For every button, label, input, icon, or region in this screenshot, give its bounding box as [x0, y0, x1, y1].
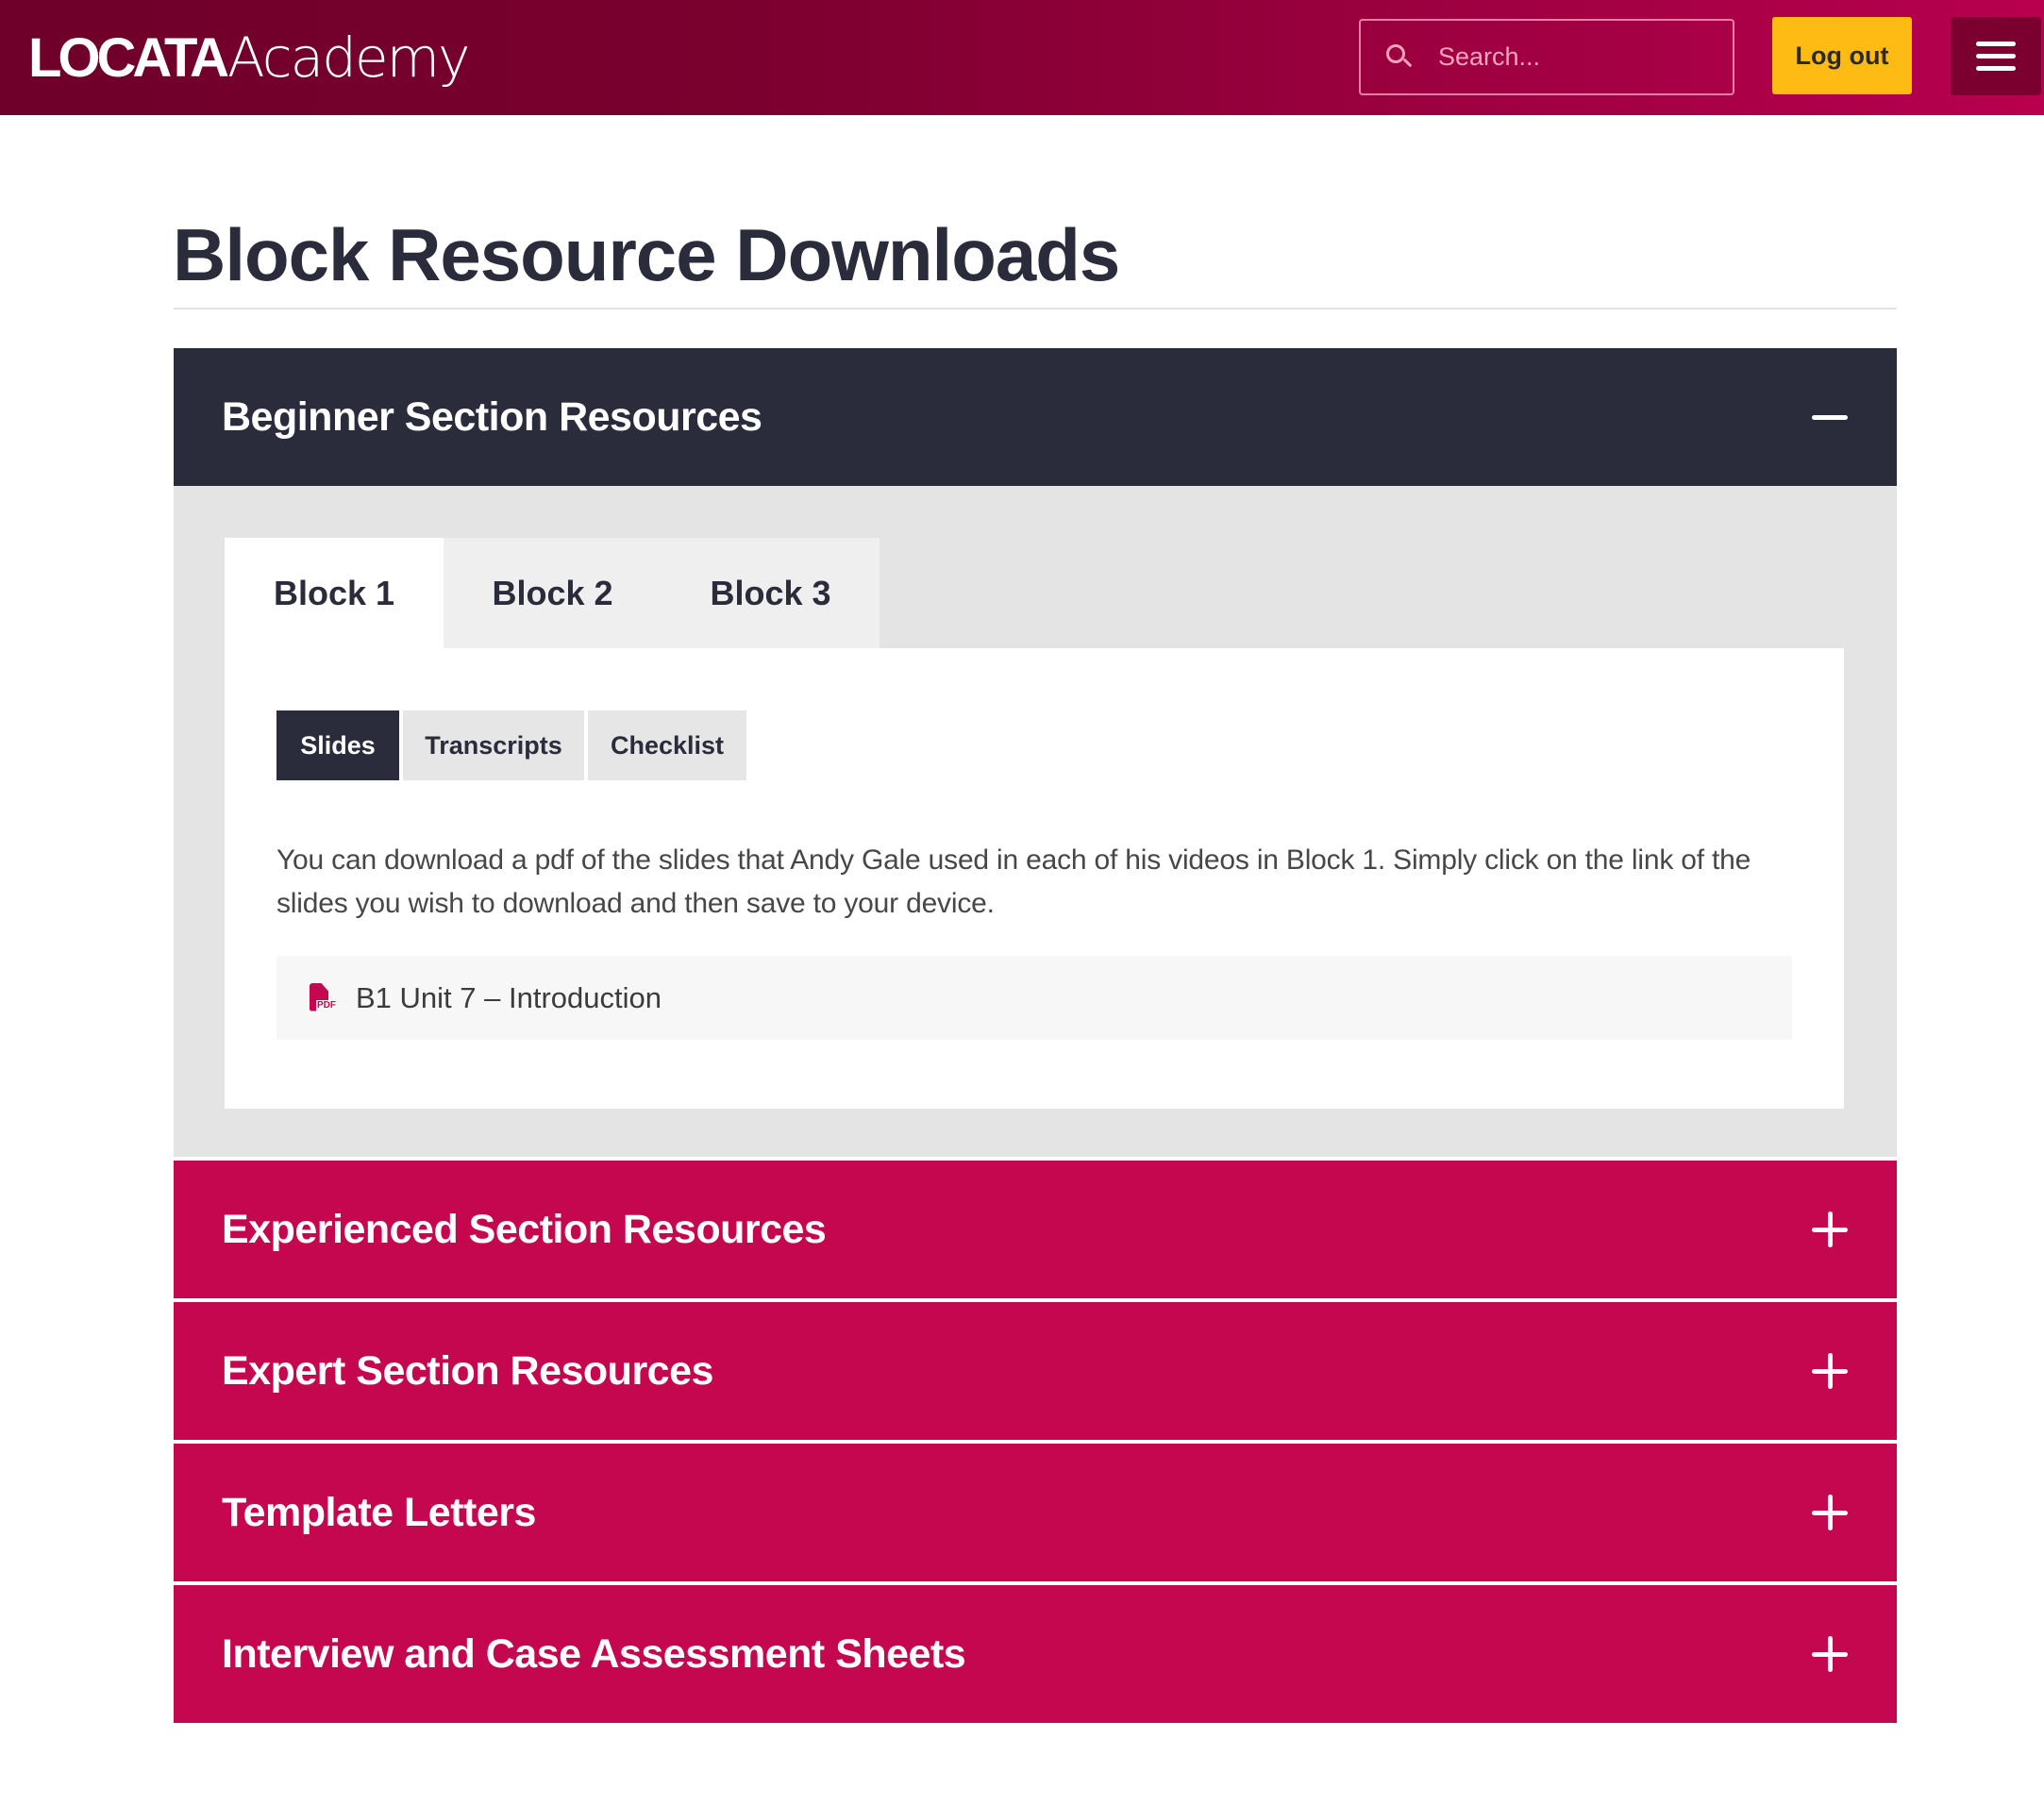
- accordion-title: Experienced Section Resources: [222, 1206, 827, 1252]
- logout-button[interactable]: Log out: [1772, 17, 1912, 94]
- tab-block-2[interactable]: Block 2: [444, 538, 662, 648]
- accordion-header-expert[interactable]: Expert Section Resources: [174, 1302, 1897, 1440]
- hamburger-icon: [1976, 42, 2016, 71]
- site-header: LOCATA Academy Log out: [0, 0, 2044, 115]
- block-tabs: Block 1 Block 2 Block 3: [225, 538, 1846, 648]
- download-label[interactable]: B1 Unit 7 – Introduction: [356, 981, 662, 1015]
- accordion-title: Beginner Section Resources: [222, 393, 762, 440]
- search-icon: [1385, 43, 1414, 72]
- menu-button[interactable]: [1951, 17, 2041, 95]
- accordion-title: Expert Section Resources: [222, 1347, 713, 1394]
- pdf-file-icon: PDF: [310, 982, 338, 1013]
- accordion-title: Template Letters: [222, 1489, 536, 1535]
- accordion-header-template-letters[interactable]: Template Letters: [174, 1444, 1897, 1581]
- tab-block-1[interactable]: Block 1: [225, 538, 444, 648]
- page-title: Block Resource Downloads: [173, 213, 1120, 296]
- tab-block-3[interactable]: Block 3: [662, 538, 880, 648]
- accordion-body-beginner: Block 1 Block 2 Block 3 Slides Transcrip…: [174, 486, 1897, 1157]
- logo-wordmark-light: Academy: [227, 25, 470, 90]
- search-input[interactable]: [1438, 42, 1721, 72]
- resources-accordion: Beginner Section Resources Block 1 Block…: [174, 348, 1897, 1723]
- accordion-header-assessment-sheets[interactable]: Interview and Case Assessment Sheets: [174, 1585, 1897, 1723]
- resource-type-tabs: Slides Transcripts Checklist: [276, 710, 1792, 780]
- title-divider: [174, 308, 1897, 309]
- tab-slides[interactable]: Slides: [276, 710, 399, 780]
- site-logo[interactable]: LOCATA Academy: [28, 25, 470, 91]
- plus-icon[interactable]: [1812, 1212, 1848, 1247]
- download-link[interactable]: PDF B1 Unit 7 – Introduction: [276, 956, 1792, 1040]
- minus-icon[interactable]: [1812, 399, 1848, 435]
- plus-icon[interactable]: [1812, 1495, 1848, 1530]
- plus-icon[interactable]: [1812, 1353, 1848, 1389]
- plus-icon[interactable]: [1812, 1636, 1848, 1672]
- slides-description: You can download a pdf of the slides tha…: [276, 844, 1751, 919]
- accordion-header-beginner[interactable]: Beginner Section Resources: [174, 348, 1897, 486]
- accordion-header-experienced[interactable]: Experienced Section Resources: [174, 1161, 1897, 1298]
- block-1-panel: Slides Transcripts Checklist You can dow…: [225, 648, 1844, 1109]
- logo-wordmark-bold: LOCATA: [28, 27, 229, 89]
- accordion-title: Interview and Case Assessment Sheets: [222, 1630, 966, 1677]
- tab-checklist[interactable]: Checklist: [588, 710, 746, 780]
- search-box[interactable]: [1359, 19, 1734, 95]
- tab-transcripts[interactable]: Transcripts: [403, 710, 584, 780]
